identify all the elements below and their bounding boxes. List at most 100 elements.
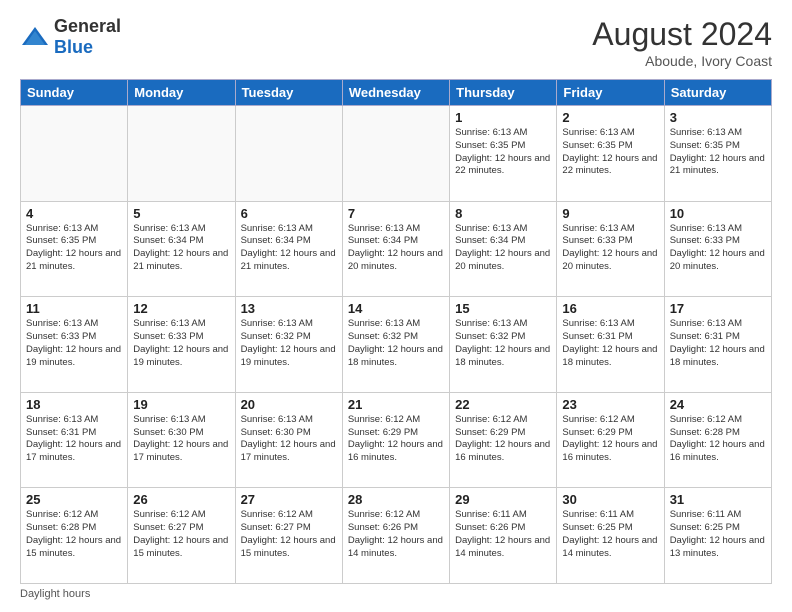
day-number: 30 — [562, 492, 658, 507]
day-number: 5 — [133, 206, 229, 221]
day-number: 3 — [670, 110, 766, 125]
cell-content: Sunrise: 6:12 AM Sunset: 6:28 PM Dayligh… — [26, 509, 122, 560]
day-number: 12 — [133, 301, 229, 316]
logo-icon — [20, 25, 50, 49]
cell-content: Sunrise: 6:13 AM Sunset: 6:35 PM Dayligh… — [562, 127, 658, 178]
day-number: 8 — [455, 206, 551, 221]
day-number: 17 — [670, 301, 766, 316]
cell-content: Sunrise: 6:13 AM Sunset: 6:35 PM Dayligh… — [26, 223, 122, 274]
cell-content: Sunrise: 6:13 AM Sunset: 6:31 PM Dayligh… — [562, 318, 658, 369]
logo-blue: Blue — [54, 37, 93, 57]
calendar-week-row: 25 Sunrise: 6:12 AM Sunset: 6:28 PM Dayli… — [21, 488, 772, 584]
calendar-table: SundayMondayTuesdayWednesdayThursdayFrid… — [20, 79, 772, 584]
calendar-cell: 13 Sunrise: 6:13 AM Sunset: 6:32 PM Dayli… — [235, 297, 342, 393]
calendar-cell: 4 Sunrise: 6:13 AM Sunset: 6:35 PM Daylig… — [21, 201, 128, 297]
calendar-cell: 12Sunrise: 6:13 AM Sunset: 6:33 PM Dayli… — [128, 297, 235, 393]
calendar-cell: 17Sunrise: 6:13 AM Sunset: 6:31 PM Dayli… — [664, 297, 771, 393]
calendar-week-row: 1Sunrise: 6:13 AM Sunset: 6:35 PM Daylig… — [21, 106, 772, 202]
cell-content: Sunrise: 6:12 AM Sunset: 6:27 PM Dayligh… — [241, 509, 337, 560]
calendar-week-row: 18Sunrise: 6:13 AM Sunset: 6:31 PM Dayli… — [21, 392, 772, 488]
month-year: August 2024 — [592, 16, 772, 53]
day-number: 2 — [562, 110, 658, 125]
weekday-header-row: SundayMondayTuesdayWednesdayThursdayFrid… — [21, 80, 772, 106]
cell-content: Sunrise: 6:13 AM Sunset: 6:32 PM Dayligh… — [455, 318, 551, 369]
calendar-cell: 11 Sunrise: 6:13 AM Sunset: 6:33 PM Dayli… — [21, 297, 128, 393]
day-number: 23 — [562, 397, 658, 412]
title-block: August 2024 Aboude, Ivory Coast — [592, 16, 772, 69]
calendar-cell: 24 Sunrise: 6:12 AM Sunset: 6:28 PM Dayli… — [664, 392, 771, 488]
day-number: 26 — [133, 492, 229, 507]
cell-content: Sunrise: 6:12 AM Sunset: 6:28 PM Dayligh… — [670, 414, 766, 465]
weekday-header-sunday: Sunday — [21, 80, 128, 106]
day-number: 29 — [455, 492, 551, 507]
calendar-cell: 30 Sunrise: 6:11 AM Sunset: 6:25 PM Dayli… — [557, 488, 664, 584]
calendar-cell — [128, 106, 235, 202]
cell-content: Sunrise: 6:13 AM Sunset: 6:34 PM Dayligh… — [455, 223, 551, 274]
calendar-cell: 31 Sunrise: 6:11 AM Sunset: 6:25 PM Dayli… — [664, 488, 771, 584]
calendar-cell: 7 Sunrise: 6:13 AM Sunset: 6:34 PM Daylig… — [342, 201, 449, 297]
day-number: 11 — [26, 301, 122, 316]
weekday-header-monday: Monday — [128, 80, 235, 106]
calendar-cell: 10 Sunrise: 6:13 AM Sunset: 6:33 PM Dayli… — [664, 201, 771, 297]
calendar-cell: 21 Sunrise: 6:12 AM Sunset: 6:29 PM Dayli… — [342, 392, 449, 488]
calendar-cell: 19Sunrise: 6:13 AM Sunset: 6:30 PM Dayli… — [128, 392, 235, 488]
calendar-cell: 22Sunrise: 6:12 AM Sunset: 6:29 PM Dayli… — [450, 392, 557, 488]
day-number: 9 — [562, 206, 658, 221]
weekday-header-thursday: Thursday — [450, 80, 557, 106]
cell-content: Sunrise: 6:11 AM Sunset: 6:25 PM Dayligh… — [670, 509, 766, 560]
cell-content: Sunrise: 6:13 AM Sunset: 6:34 PM Dayligh… — [241, 223, 337, 274]
calendar-cell: 3Sunrise: 6:13 AM Sunset: 6:35 PM Daylig… — [664, 106, 771, 202]
day-number: 6 — [241, 206, 337, 221]
weekday-header-friday: Friday — [557, 80, 664, 106]
cell-content: Sunrise: 6:13 AM Sunset: 6:31 PM Dayligh… — [26, 414, 122, 465]
day-number: 10 — [670, 206, 766, 221]
calendar-cell: 2 Sunrise: 6:13 AM Sunset: 6:35 PM Daylig… — [557, 106, 664, 202]
location: Aboude, Ivory Coast — [592, 53, 772, 69]
cell-content: Sunrise: 6:13 AM Sunset: 6:33 PM Dayligh… — [26, 318, 122, 369]
cell-content: Sunrise: 6:12 AM Sunset: 6:27 PM Dayligh… — [133, 509, 229, 560]
day-number: 31 — [670, 492, 766, 507]
day-number: 16 — [562, 301, 658, 316]
day-number: 15 — [455, 301, 551, 316]
weekday-header-tuesday: Tuesday — [235, 80, 342, 106]
calendar-cell: 14Sunrise: 6:13 AM Sunset: 6:32 PM Dayli… — [342, 297, 449, 393]
cell-content: Sunrise: 6:13 AM Sunset: 6:33 PM Dayligh… — [670, 223, 766, 274]
logo-text: General Blue — [54, 16, 121, 58]
cell-content: Sunrise: 6:11 AM Sunset: 6:26 PM Dayligh… — [455, 509, 551, 560]
day-number: 21 — [348, 397, 444, 412]
calendar-cell: 27 Sunrise: 6:12 AM Sunset: 6:27 PM Dayli… — [235, 488, 342, 584]
cell-content: Sunrise: 6:11 AM Sunset: 6:25 PM Dayligh… — [562, 509, 658, 560]
cell-content: Sunrise: 6:13 AM Sunset: 6:33 PM Dayligh… — [562, 223, 658, 274]
weekday-header-saturday: Saturday — [664, 80, 771, 106]
day-number: 24 — [670, 397, 766, 412]
cell-content: Sunrise: 6:13 AM Sunset: 6:34 PM Dayligh… — [133, 223, 229, 274]
cell-content: Sunrise: 6:13 AM Sunset: 6:32 PM Dayligh… — [348, 318, 444, 369]
calendar-cell: 29 Sunrise: 6:11 AM Sunset: 6:26 PM Dayli… — [450, 488, 557, 584]
day-number: 25 — [26, 492, 122, 507]
day-number: 27 — [241, 492, 337, 507]
day-number: 4 — [26, 206, 122, 221]
calendar-cell: 5 Sunrise: 6:13 AM Sunset: 6:34 PM Daylig… — [128, 201, 235, 297]
header: General Blue August 2024 Aboude, Ivory C… — [20, 16, 772, 69]
calendar-cell: 18Sunrise: 6:13 AM Sunset: 6:31 PM Dayli… — [21, 392, 128, 488]
calendar-week-row: 4 Sunrise: 6:13 AM Sunset: 6:35 PM Daylig… — [21, 201, 772, 297]
calendar-cell: 1Sunrise: 6:13 AM Sunset: 6:35 PM Daylig… — [450, 106, 557, 202]
calendar-cell: 16 Sunrise: 6:13 AM Sunset: 6:31 PM Dayli… — [557, 297, 664, 393]
day-number: 7 — [348, 206, 444, 221]
calendar-cell: 25 Sunrise: 6:12 AM Sunset: 6:28 PM Dayli… — [21, 488, 128, 584]
cell-content: Sunrise: 6:13 AM Sunset: 6:34 PM Dayligh… — [348, 223, 444, 274]
logo: General Blue — [20, 16, 121, 58]
calendar-cell — [342, 106, 449, 202]
calendar-week-row: 11 Sunrise: 6:13 AM Sunset: 6:33 PM Dayli… — [21, 297, 772, 393]
day-number: 13 — [241, 301, 337, 316]
page: General Blue August 2024 Aboude, Ivory C… — [0, 0, 792, 612]
calendar-cell: 9 Sunrise: 6:13 AM Sunset: 6:33 PM Daylig… — [557, 201, 664, 297]
cell-content: Sunrise: 6:12 AM Sunset: 6:29 PM Dayligh… — [348, 414, 444, 465]
calendar-cell: 23Sunrise: 6:12 AM Sunset: 6:29 PM Dayli… — [557, 392, 664, 488]
calendar-cell: 8 Sunrise: 6:13 AM Sunset: 6:34 PM Daylig… — [450, 201, 557, 297]
cell-content: Sunrise: 6:13 AM Sunset: 6:30 PM Dayligh… — [241, 414, 337, 465]
logo-general: General — [54, 16, 121, 36]
cell-content: Sunrise: 6:12 AM Sunset: 6:26 PM Dayligh… — [348, 509, 444, 560]
weekday-header-wednesday: Wednesday — [342, 80, 449, 106]
cell-content: Sunrise: 6:13 AM Sunset: 6:32 PM Dayligh… — [241, 318, 337, 369]
